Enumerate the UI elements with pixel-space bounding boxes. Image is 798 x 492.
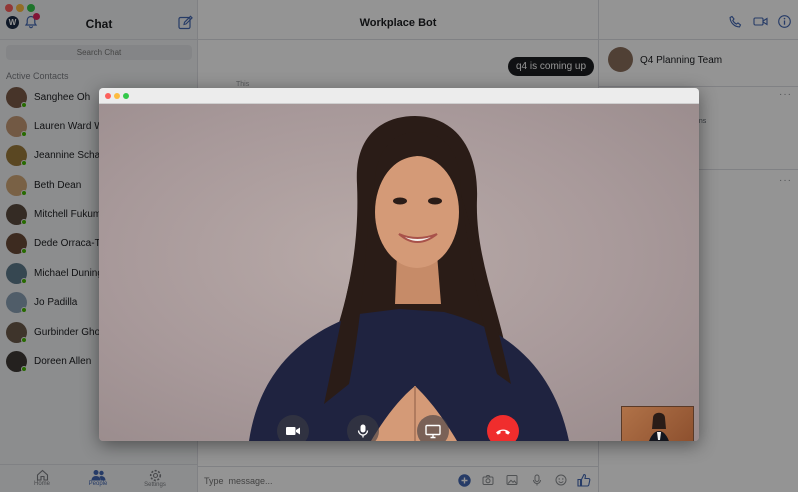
video-call-window — [99, 88, 699, 441]
mute-button[interactable] — [347, 415, 379, 441]
remote-video — [99, 104, 699, 441]
hang-up-icon — [496, 429, 510, 435]
monitor-icon — [425, 424, 441, 439]
video-camera-icon — [286, 427, 300, 435]
call-minimize-button[interactable] — [114, 93, 120, 99]
call-title-bar — [99, 88, 699, 104]
toggle-video-button[interactable] — [277, 415, 309, 441]
call-close-button[interactable] — [105, 93, 111, 99]
end-call-button[interactable] — [487, 415, 519, 441]
microphone-icon — [357, 424, 369, 438]
remote-participant-video-icon — [249, 116, 569, 441]
screen-share-button[interactable] — [417, 415, 449, 441]
self-view-video[interactable] — [621, 406, 694, 441]
call-zoom-button[interactable] — [123, 93, 129, 99]
self-view-person-icon — [649, 412, 669, 441]
